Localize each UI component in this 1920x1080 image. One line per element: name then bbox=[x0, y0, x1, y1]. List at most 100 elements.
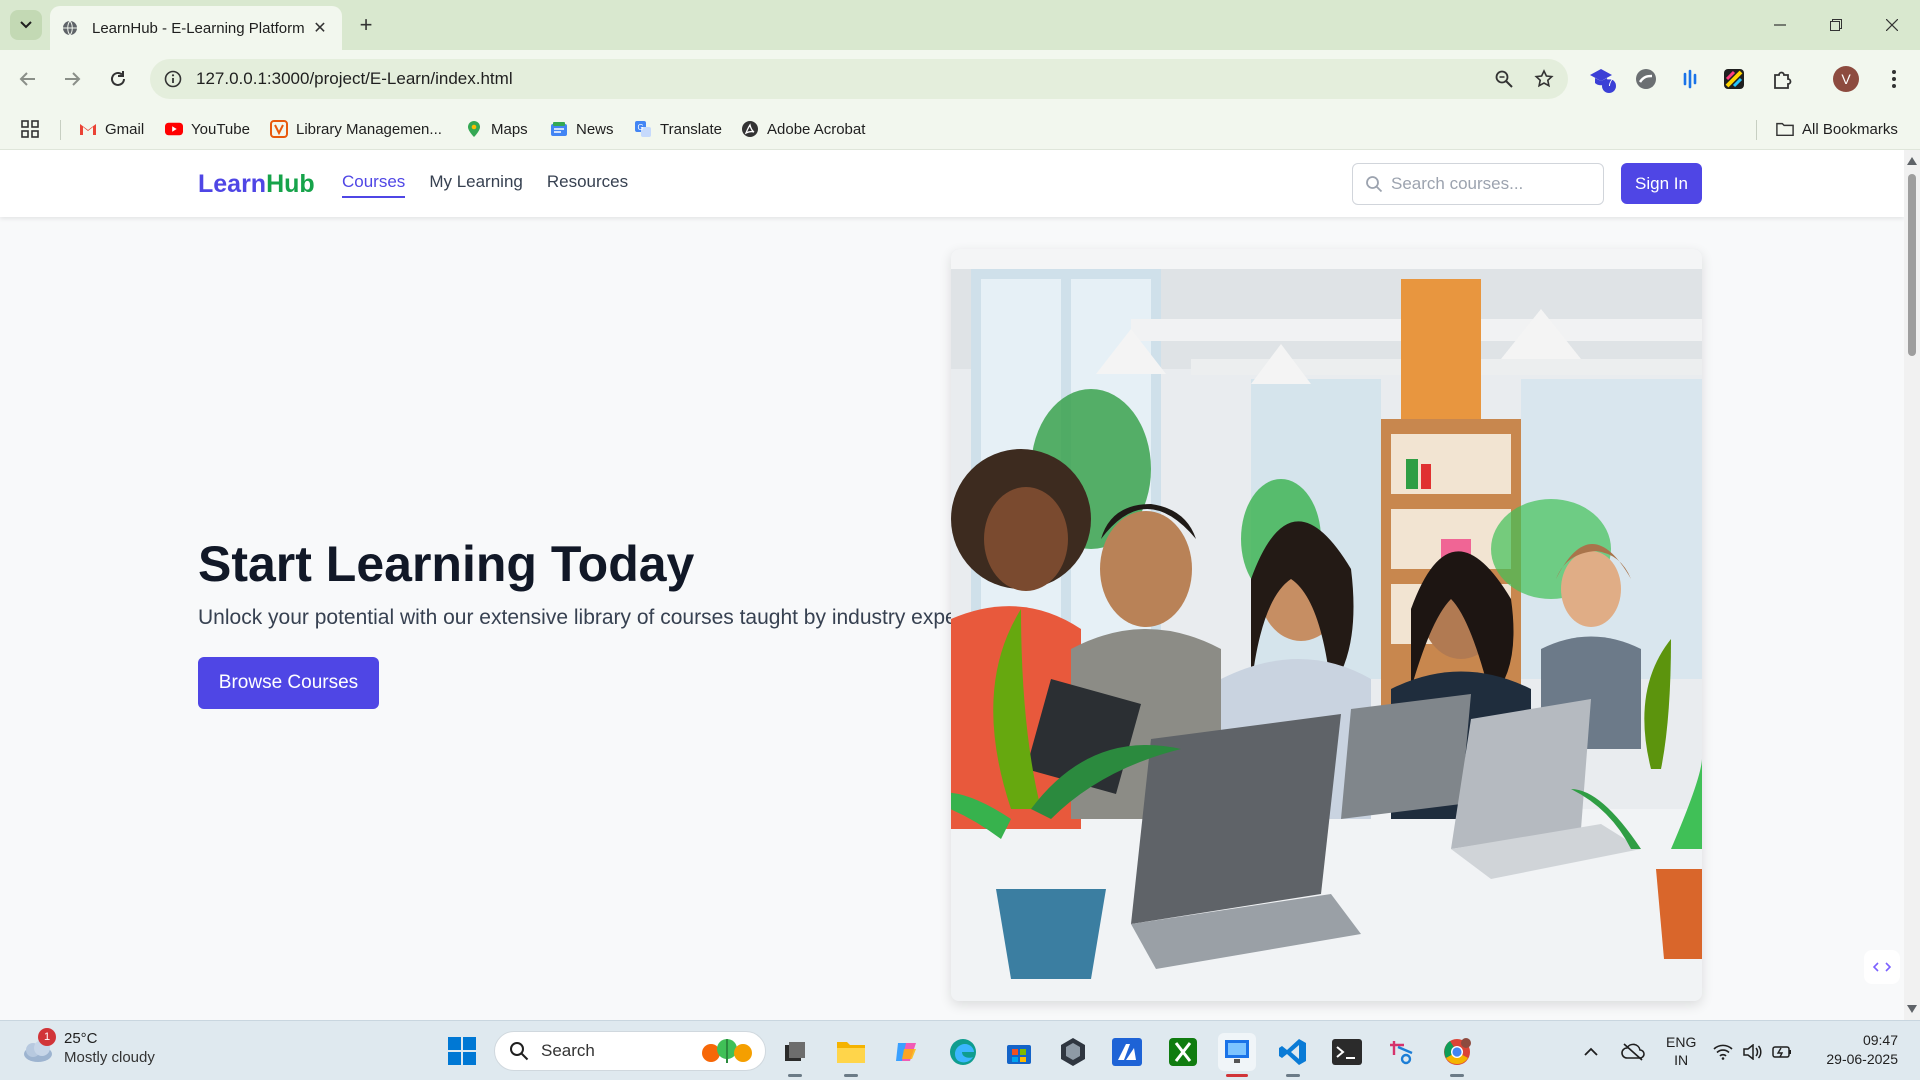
input-language[interactable]: ENG IN bbox=[1666, 1033, 1696, 1069]
tab-search-button[interactable] bbox=[10, 10, 42, 40]
extension-puzzle-badge[interactable]: 7 bbox=[1586, 63, 1618, 95]
bookmark-library[interactable]: Library Managemen... bbox=[270, 117, 442, 141]
globe-icon bbox=[63, 20, 77, 36]
close-window-button[interactable] bbox=[1864, 0, 1920, 50]
back-button[interactable] bbox=[12, 63, 44, 95]
search-input[interactable] bbox=[1391, 174, 1591, 194]
chevron-up-icon bbox=[1584, 1047, 1598, 1056]
address-bar[interactable]: 127.0.0.1:3000/project/E-Learn/index.htm… bbox=[150, 59, 1568, 99]
extension-button-4[interactable] bbox=[1718, 63, 1750, 95]
hexagon-app[interactable] bbox=[1054, 1033, 1092, 1071]
weather-badge: 1 bbox=[38, 1028, 56, 1046]
bookmark-news[interactable]: News bbox=[550, 117, 614, 141]
tab-close-icon[interactable]: ✕ bbox=[310, 18, 330, 38]
windows-taskbar: 1 25°C Mostly cloudy Search ENG IN 09:47… bbox=[0, 1020, 1920, 1080]
temperature: 25°C bbox=[64, 1030, 98, 1047]
bookmark-label: News bbox=[576, 120, 614, 138]
snipping-tool-app[interactable] bbox=[1384, 1033, 1422, 1071]
zoom-icon[interactable] bbox=[1488, 63, 1520, 95]
weather-widget[interactable]: 1 25°C Mostly cloudy bbox=[20, 1028, 155, 1067]
logo-hub: Hub bbox=[266, 170, 315, 198]
bookmark-label: Maps bbox=[491, 120, 528, 138]
azure-app[interactable] bbox=[1108, 1033, 1146, 1071]
taskbar-search-label: Search bbox=[541, 1041, 595, 1060]
extension-button-3[interactable] bbox=[1674, 63, 1706, 95]
bookmark-gmail[interactable]: Gmail bbox=[79, 117, 144, 141]
course-search[interactable] bbox=[1352, 163, 1604, 205]
start-button[interactable] bbox=[446, 1035, 478, 1067]
reload-button[interactable] bbox=[102, 63, 134, 95]
bookmark-youtube[interactable]: YouTube bbox=[165, 117, 250, 141]
all-bookmarks-label: All Bookmarks bbox=[1802, 120, 1898, 138]
site-nav: Courses My Learning Resources bbox=[342, 172, 628, 198]
task-view-app[interactable] bbox=[776, 1033, 814, 1077]
browser-menu-button[interactable] bbox=[1878, 63, 1910, 95]
nav-my-learning[interactable]: My Learning bbox=[429, 172, 523, 198]
browser-tab[interactable]: LearnHub - E-Learning Platform ✕ bbox=[50, 6, 342, 50]
bookmark-label: YouTube bbox=[191, 120, 250, 138]
tab-title: LearnHub - E-Learning Platform bbox=[92, 19, 305, 37]
bookmark-label: Translate bbox=[660, 120, 722, 138]
news-icon bbox=[550, 120, 568, 138]
puzzle-icon bbox=[1774, 71, 1792, 89]
lang-code: ENG bbox=[1666, 1034, 1697, 1050]
new-tab-button[interactable]: + bbox=[352, 11, 380, 39]
battery-icon bbox=[1772, 1046, 1792, 1058]
vscode-icon bbox=[1279, 1039, 1306, 1065]
apps-button[interactable] bbox=[20, 117, 40, 141]
minimize-button[interactable] bbox=[1752, 0, 1808, 50]
show-hidden-icons-button[interactable] bbox=[1572, 1033, 1610, 1071]
students-with-laptops-photo bbox=[951, 249, 1702, 1001]
remote-desktop-app[interactable] bbox=[1218, 1033, 1256, 1077]
bookmark-label: Gmail bbox=[105, 120, 145, 138]
forward-button[interactable] bbox=[56, 63, 88, 95]
vscode-app[interactable] bbox=[1274, 1033, 1312, 1077]
scroll-up-arrow-icon[interactable] bbox=[1907, 156, 1917, 166]
bookmark-translate[interactable]: G Translate bbox=[634, 117, 722, 141]
chrome-icon bbox=[1444, 1038, 1471, 1065]
taskbar-search[interactable]: Search bbox=[494, 1031, 766, 1071]
extension-circle-icon bbox=[1636, 69, 1656, 89]
clock-time: 09:47 bbox=[1862, 1032, 1898, 1048]
bookmarks-bar: Gmail YouTube Library Managemen... Maps … bbox=[0, 108, 1920, 150]
hexagon-icon bbox=[1061, 1038, 1085, 1066]
running-indicator bbox=[844, 1074, 858, 1077]
browse-courses-button[interactable]: Browse Courses bbox=[198, 657, 379, 709]
scroll-thumb[interactable] bbox=[1908, 174, 1916, 356]
terminal-app[interactable] bbox=[1328, 1033, 1366, 1071]
weather-condition: Mostly cloudy bbox=[64, 1049, 155, 1066]
edge-app[interactable] bbox=[944, 1033, 982, 1071]
side-panel-tool-button[interactable] bbox=[1864, 950, 1900, 984]
extension-button-2[interactable] bbox=[1630, 63, 1662, 95]
avatar: V bbox=[1833, 66, 1859, 92]
nav-resources[interactable]: Resources bbox=[547, 172, 628, 198]
running-indicator bbox=[1286, 1074, 1300, 1077]
extensions-menu-button[interactable] bbox=[1766, 63, 1798, 95]
bookmark-acrobat[interactable]: Adobe Acrobat bbox=[741, 117, 865, 141]
page-scrollbar[interactable] bbox=[1904, 150, 1920, 1020]
browser-titlebar: LearnHub - E-Learning Platform ✕ + bbox=[0, 0, 1920, 50]
nav-courses[interactable]: Courses bbox=[342, 172, 406, 198]
chrome-app[interactable] bbox=[1438, 1033, 1476, 1077]
file-explorer-app[interactable] bbox=[832, 1033, 870, 1077]
xbox-app[interactable] bbox=[1164, 1033, 1202, 1071]
site-info-icon[interactable] bbox=[162, 68, 184, 90]
copilot-app[interactable] bbox=[888, 1033, 926, 1071]
library-icon bbox=[270, 120, 288, 138]
profile-avatar[interactable]: V bbox=[1830, 63, 1862, 95]
active-indicator bbox=[1226, 1074, 1248, 1077]
system-tray-quick-settings[interactable] bbox=[1708, 1033, 1798, 1071]
sign-in-button[interactable]: Sign In bbox=[1621, 163, 1702, 204]
bookmark-star-icon[interactable] bbox=[1528, 63, 1560, 95]
chevron-down-icon bbox=[20, 21, 32, 29]
bookmark-maps[interactable]: Maps bbox=[465, 117, 528, 141]
microsoft-store-app[interactable] bbox=[1000, 1033, 1038, 1071]
onedrive-status[interactable] bbox=[1614, 1033, 1652, 1071]
restore-button[interactable] bbox=[1808, 0, 1864, 50]
all-bookmarks-button[interactable]: All Bookmarks bbox=[1776, 117, 1898, 141]
site-logo[interactable]: LearnHub bbox=[198, 170, 315, 199]
taskbar-clock[interactable]: 09:47 29-06-2025 bbox=[1818, 1031, 1898, 1069]
folder-icon bbox=[1776, 120, 1794, 138]
cloud-icon: 1 bbox=[20, 1028, 56, 1066]
scroll-down-arrow-icon[interactable] bbox=[1907, 1004, 1917, 1014]
